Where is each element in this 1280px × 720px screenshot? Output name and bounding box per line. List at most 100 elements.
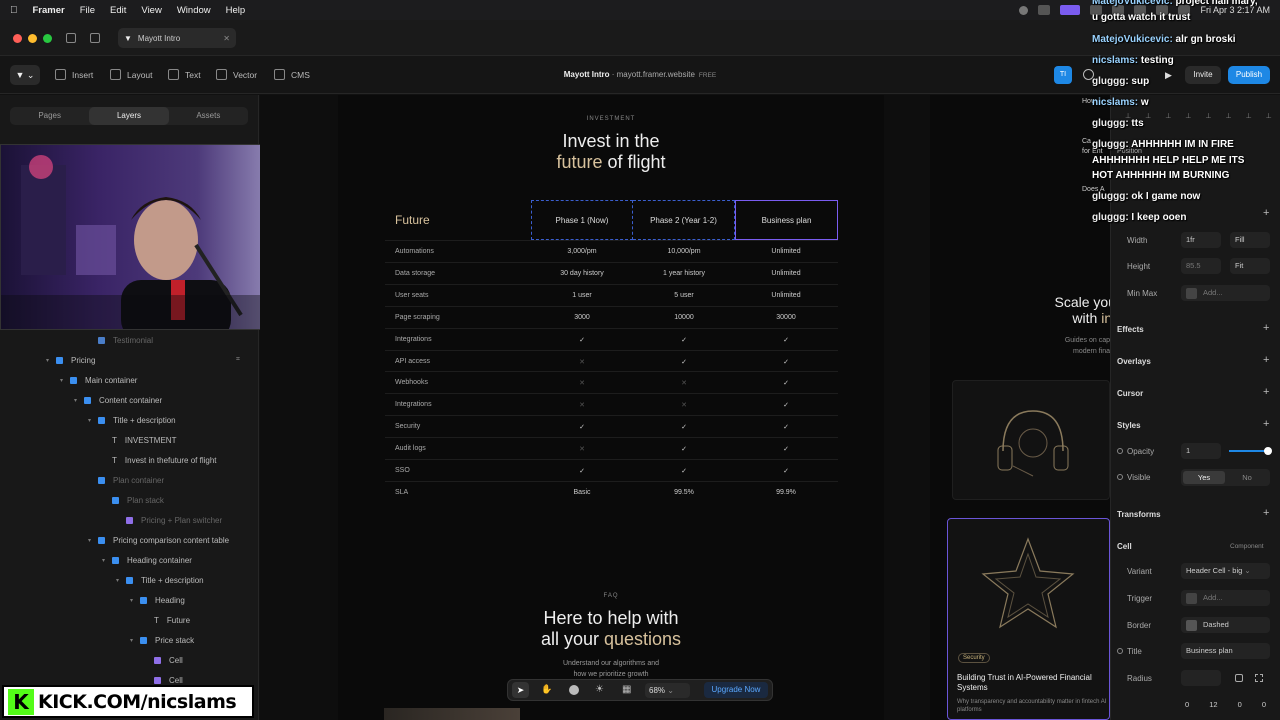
- insert-button[interactable]: Insert: [55, 69, 93, 80]
- zoom-select[interactable]: 68% ⌄: [645, 683, 690, 698]
- cursor-heading[interactable]: Cursor: [1117, 389, 1143, 398]
- variant-select[interactable]: Header Cell - big ⌄: [1181, 563, 1270, 579]
- close-window-button[interactable]: [13, 34, 22, 43]
- apple-icon[interactable]: : [10, 5, 18, 16]
- padding-left[interactable]: 0: [1262, 700, 1266, 709]
- column-phase-2[interactable]: Phase 2 (Year 1-2): [633, 200, 735, 240]
- record-icon[interactable]: [1019, 5, 1029, 15]
- framer-menu-button[interactable]: ▼ ⌄: [10, 65, 40, 85]
- layer-item[interactable]: ▾ Content container: [0, 390, 259, 410]
- layer-item[interactable]: ▾ Heading container: [0, 550, 259, 570]
- home-icon[interactable]: [66, 33, 76, 43]
- overlays-add-button[interactable]: +: [1263, 354, 1269, 366]
- menu-edit[interactable]: Edit: [110, 5, 126, 16]
- effects-heading[interactable]: Effects: [1117, 325, 1144, 334]
- minimize-window-button[interactable]: [28, 34, 37, 43]
- layer-item[interactable]: Plan stack: [0, 490, 259, 510]
- visible-yes[interactable]: Yes: [1183, 471, 1225, 484]
- radius-input[interactable]: [1181, 670, 1221, 686]
- layer-item[interactable]: ▾ Title + description: [0, 570, 259, 590]
- zoom-window-button[interactable]: [43, 34, 52, 43]
- effects-add-button[interactable]: +: [1263, 322, 1269, 334]
- padding-right[interactable]: 12: [1209, 700, 1217, 709]
- user-avatar[interactable]: TI: [1054, 66, 1072, 84]
- hand-tool-icon[interactable]: ✋: [541, 684, 552, 695]
- layer-item[interactable]: T INVESTMENT: [0, 430, 259, 450]
- chevron-down-icon[interactable]: ▾: [102, 557, 112, 564]
- chevron-down-icon[interactable]: ▾: [116, 577, 126, 584]
- layer-item[interactable]: T Invest in thefuture of flight: [0, 450, 259, 470]
- layer-item[interactable]: ▾ Pricing comparison content table: [0, 530, 259, 550]
- visible-no[interactable]: No: [1226, 471, 1268, 484]
- table-heading[interactable]: Future: [395, 200, 515, 240]
- padding-top[interactable]: 0: [1185, 700, 1189, 709]
- styles-add-button[interactable]: +: [1263, 418, 1269, 430]
- border-select[interactable]: Dashed: [1181, 617, 1270, 633]
- screen-share-icon[interactable]: [1060, 5, 1081, 15]
- layer-item[interactable]: ▾ Price stack: [0, 630, 259, 650]
- menu-help[interactable]: Help: [226, 5, 246, 16]
- chevron-down-icon[interactable]: ▾: [74, 397, 84, 404]
- layer-item[interactable]: ▾ Pricing: [0, 350, 259, 370]
- trigger-add[interactable]: Add...: [1181, 590, 1270, 606]
- padding-bottom[interactable]: 0: [1238, 700, 1242, 709]
- styles-heading[interactable]: Styles: [1117, 421, 1141, 430]
- layer-item[interactable]: Testimonial: [0, 330, 259, 350]
- theme-icon[interactable]: ☀: [595, 684, 604, 695]
- radius-individual-icon[interactable]: [1255, 674, 1263, 682]
- title-variable-icon[interactable]: [1117, 648, 1123, 654]
- width-mode-select[interactable]: Fill: [1230, 232, 1270, 248]
- overlays-heading[interactable]: Overlays: [1117, 357, 1151, 366]
- grid-icon[interactable]: ▦: [622, 684, 631, 695]
- comment-icon[interactable]: [569, 685, 579, 695]
- radius-uniform-icon[interactable]: [1235, 674, 1243, 682]
- close-tab-icon[interactable]: ✕: [223, 34, 230, 43]
- component-marker-icon[interactable]: ⌗: [236, 356, 240, 364]
- menu-window[interactable]: Window: [177, 5, 211, 16]
- column-phase-1[interactable]: Phase 1 (Now): [531, 200, 633, 240]
- cms-button[interactable]: CMS: [274, 69, 310, 80]
- layer-item[interactable]: Plan container: [0, 470, 259, 490]
- layer-item[interactable]: ▾ Title + description: [0, 410, 259, 430]
- transforms-heading[interactable]: Transforms: [1117, 510, 1161, 519]
- tab-pages[interactable]: Pages: [10, 107, 89, 125]
- menu-view[interactable]: View: [141, 5, 161, 16]
- transforms-add-button[interactable]: +: [1263, 507, 1269, 519]
- layer-item[interactable]: Cell: [0, 650, 259, 670]
- column-business[interactable]: Business plan: [735, 200, 838, 240]
- chevron-down-icon[interactable]: ▾: [88, 537, 98, 544]
- publish-button[interactable]: Publish: [1228, 66, 1270, 84]
- component-link[interactable]: Component: [1230, 543, 1264, 550]
- play-icon[interactable]: ▶: [1165, 70, 1172, 81]
- chevron-down-icon[interactable]: ▾: [88, 417, 98, 424]
- height-input[interactable]: 85.5: [1181, 258, 1221, 274]
- tab-assets[interactable]: Assets: [169, 107, 248, 125]
- chevron-down-icon[interactable]: ▾: [46, 357, 56, 364]
- app-menu[interactable]: Framer: [33, 5, 65, 16]
- site-title[interactable]: Mayott Intro · mayott.framer.website FREE: [500, 70, 780, 79]
- chevron-down-icon[interactable]: ▾: [130, 637, 140, 644]
- minmax-add[interactable]: Add...: [1181, 285, 1270, 301]
- title-input[interactable]: Business plan: [1181, 643, 1270, 659]
- layer-item[interactable]: ▾ Main container: [0, 370, 259, 390]
- menu-file[interactable]: File: [80, 5, 95, 16]
- chevron-down-icon[interactable]: ▾: [130, 597, 140, 604]
- chevron-down-icon[interactable]: ▾: [60, 377, 70, 384]
- creative-cloud-icon[interactable]: [1038, 5, 1051, 15]
- layer-item[interactable]: Pricing + Plan switcher: [0, 510, 259, 530]
- layout-button[interactable]: Layout: [110, 69, 153, 80]
- invite-button[interactable]: Invite: [1185, 66, 1221, 84]
- blog-card-headset[interactable]: [952, 380, 1110, 500]
- upgrade-button[interactable]: Upgrade Now: [704, 682, 768, 698]
- opacity-input[interactable]: 1: [1181, 443, 1221, 459]
- opacity-variable-icon[interactable]: [1117, 448, 1123, 454]
- vector-button[interactable]: Vector: [216, 69, 257, 80]
- inbox-icon[interactable]: [90, 33, 100, 43]
- tab-layers[interactable]: Layers: [89, 107, 169, 125]
- blog-card-security[interactable]: Security Building Trust in AI-Powered Fi…: [947, 518, 1110, 720]
- layer-item[interactable]: ▾ Heading: [0, 590, 259, 610]
- cursor-add-button[interactable]: +: [1263, 386, 1269, 398]
- width-input[interactable]: 1fr: [1181, 232, 1221, 248]
- opacity-slider[interactable]: [1229, 450, 1269, 452]
- height-mode-select[interactable]: Fit: [1230, 258, 1270, 274]
